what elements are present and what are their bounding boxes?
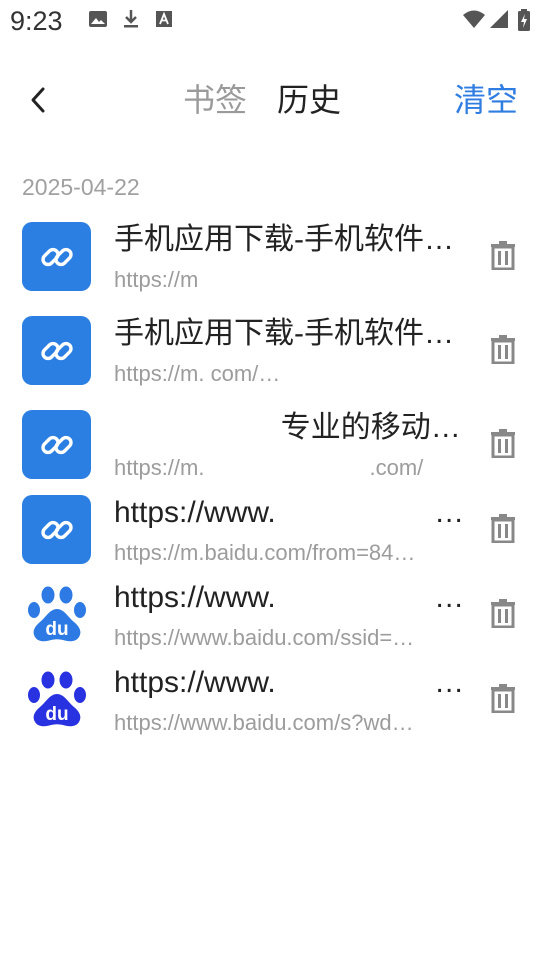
history-item-title: https://www. .. (114, 666, 466, 699)
svg-text:du: du (45, 704, 68, 725)
date-group-label: 2025-04-22 (22, 174, 140, 200)
tab-bookmarks[interactable]: 书签 (183, 80, 247, 120)
delete-button[interactable] (488, 238, 518, 272)
link-icon (22, 316, 91, 385)
history-item-title: https://www. .. (114, 581, 466, 614)
history-list: 手机应用下载-手机软件… https://m 手机应用下载-手机软件… http… (0, 210, 540, 738)
back-button[interactable] (20, 82, 56, 118)
trash-icon (491, 335, 515, 364)
history-item-url: https://m.baidu.com/from=84… (114, 540, 416, 565)
history-item-title: 专业的移动游… (114, 411, 466, 444)
wifi-icon (463, 10, 485, 28)
image-notification-icon (89, 11, 107, 27)
history-item-url: https://www.baidu.com/ssid=… (114, 625, 415, 650)
history-item-url: https://m. .com/ (114, 455, 424, 480)
delete-button[interactable] (488, 426, 518, 460)
download-notification-icon (124, 10, 138, 28)
trash-icon (491, 241, 515, 270)
history-item[interactable]: du https://www. .. https://www.baidu.com… (0, 653, 540, 738)
status-time: 9:23 (10, 6, 63, 36)
link-icon (22, 410, 91, 479)
link-icon (22, 495, 91, 564)
clear-button[interactable]: 清空 (454, 80, 518, 120)
history-item-title: 手机应用下载-手机软件… (114, 317, 454, 350)
tab-history[interactable]: 历史 (277, 80, 341, 120)
history-item[interactable]: 手机应用下载-手机软件… https://m (0, 210, 540, 295)
history-item-title: 手机应用下载-手机软件… (114, 223, 454, 256)
history-item[interactable]: du https://www. .. https://www.baidu.com… (0, 568, 540, 653)
history-item[interactable]: https://www. … https://m.baidu.com/from=… (0, 483, 540, 568)
trash-icon (491, 514, 515, 543)
trash-icon (491, 429, 515, 458)
history-item[interactable]: 专业的移动游… https://m. .com/ (0, 398, 540, 483)
cell-signal-icon (490, 10, 508, 28)
history-item-url: https://m. com/… (114, 361, 281, 386)
chevron-left-icon (31, 87, 45, 113)
history-item-url: https://m (114, 267, 199, 292)
accessibility-notification-icon (156, 11, 172, 27)
trash-icon (491, 684, 515, 713)
status-bar: 9:23 (0, 0, 540, 44)
delete-button[interactable] (488, 596, 518, 630)
history-item[interactable]: 手机应用下载-手机软件… https://m. com/… (0, 304, 540, 389)
battery-icon (518, 9, 530, 31)
link-icon (22, 222, 91, 291)
delete-button[interactable] (488, 681, 518, 715)
history-item-title: https://www. … (114, 496, 466, 529)
svg-text:du: du (45, 619, 68, 640)
header: 书签 历史 清空 (0, 70, 540, 132)
delete-button[interactable] (488, 332, 518, 366)
delete-button[interactable] (488, 511, 518, 545)
history-item-url: https://www.baidu.com/s?wd… (114, 710, 414, 735)
baidu-logo-icon: du (22, 665, 91, 734)
baidu-logo-icon: du (22, 580, 91, 649)
trash-icon (491, 599, 515, 628)
